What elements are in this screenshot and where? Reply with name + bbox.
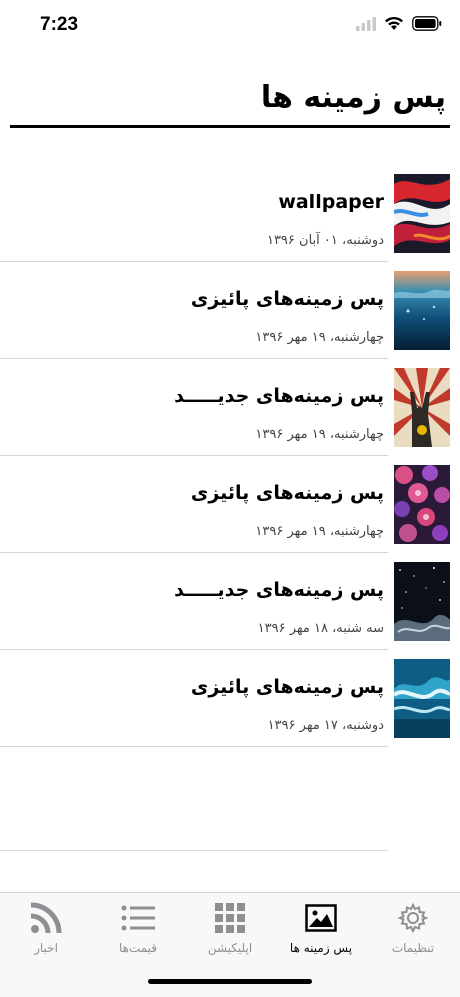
item-title: پس زمینه‌های پائیزی — [190, 676, 384, 698]
item-date: دوشنبه، ۱۷ مهر ۱۳۹۶ — [267, 718, 384, 733]
status-time: 7:23 — [40, 14, 79, 35]
empty-row-divider — [0, 850, 388, 851]
item-date: سه شنبه، ۱۸ مهر ۱۳۹۶ — [257, 621, 384, 636]
item-title: پس زمینه‌های پائیزی — [190, 482, 384, 504]
grid-icon — [190, 901, 270, 935]
item-title: پس زمینه‌های پائیزی — [190, 288, 384, 310]
item-date: چهارشنبه، ۱۹ مهر ۱۳۹۶ — [255, 330, 384, 345]
tab-label: تنظیمات — [391, 941, 435, 955]
list-item[interactable]: پس زمینه‌های جدیـــــد چهارشنبه، ۱۹ مهر … — [0, 359, 460, 456]
list-item[interactable]: پس زمینه‌های پائیزی چهارشنبه، ۱۹ مهر ۱۳۹… — [0, 456, 460, 553]
item-date: دوشنبه، ۰۱ آبان ۱۳۹۶ — [266, 233, 384, 248]
tab-news[interactable]: اخبار — [6, 901, 86, 955]
battery-icon — [412, 16, 442, 31]
list-icon — [98, 901, 178, 935]
home-indicator — [148, 979, 312, 984]
abstract-art-thumb — [394, 174, 450, 253]
tab-settings[interactable]: تنظیمات — [373, 901, 453, 955]
tab-prices[interactable]: قیمت‌ها — [98, 901, 178, 955]
wifi-icon — [385, 16, 403, 30]
tab-wallpapers[interactable]: پس زمینه ها — [281, 901, 361, 955]
flowers-thumb — [394, 465, 450, 544]
tab-label: قیمت‌ها — [118, 941, 158, 955]
status-icons — [356, 16, 442, 31]
item-title: wallpaper — [278, 191, 384, 213]
tab-label: اپلیکیشن — [207, 941, 253, 955]
item-date: چهارشنبه، ۱۹ مهر ۱۳۹۶ — [255, 427, 384, 442]
rock-hand-thumb — [394, 368, 450, 447]
list-item[interactable]: پس زمینه‌های پائیزی دوشنبه، ۱۷ مهر ۱۳۹۶ — [0, 650, 460, 747]
image-icon — [281, 901, 361, 935]
page-title: پس زمینه ها — [260, 80, 446, 115]
rss-icon — [6, 901, 86, 935]
ocean-thumb — [394, 271, 450, 350]
signal-icon — [356, 16, 376, 31]
tab-label: اخبار — [34, 941, 58, 955]
list-item[interactable]: پس زمینه‌های جدیـــــد سه شنبه، ۱۸ مهر ۱… — [0, 553, 460, 650]
status-bar: 7:23 — [0, 0, 460, 56]
title-divider — [10, 125, 450, 128]
tab-apps[interactable]: اپلیکیشن — [190, 901, 270, 955]
gear-icon — [373, 901, 453, 935]
wave-thumb — [394, 659, 450, 738]
row-divider — [0, 746, 388, 747]
wallpaper-list: wallpaper دوشنبه، ۰۱ آبان ۱۳۹۶ پس زمینه‌… — [0, 165, 460, 747]
item-date: چهارشنبه، ۱۹ مهر ۱۳۹۶ — [255, 524, 384, 539]
item-title: پس زمینه‌های جدیـــــد — [174, 579, 384, 601]
tab-label: پس زمینه ها — [289, 941, 353, 955]
item-title: پس زمینه‌های جدیـــــد — [174, 385, 384, 407]
list-item[interactable]: wallpaper دوشنبه، ۰۱ آبان ۱۳۹۶ — [0, 165, 460, 262]
list-item[interactable]: پس زمینه‌های پائیزی چهارشنبه، ۱۹ مهر ۱۳۹… — [0, 262, 460, 359]
space-thumb — [394, 562, 450, 641]
